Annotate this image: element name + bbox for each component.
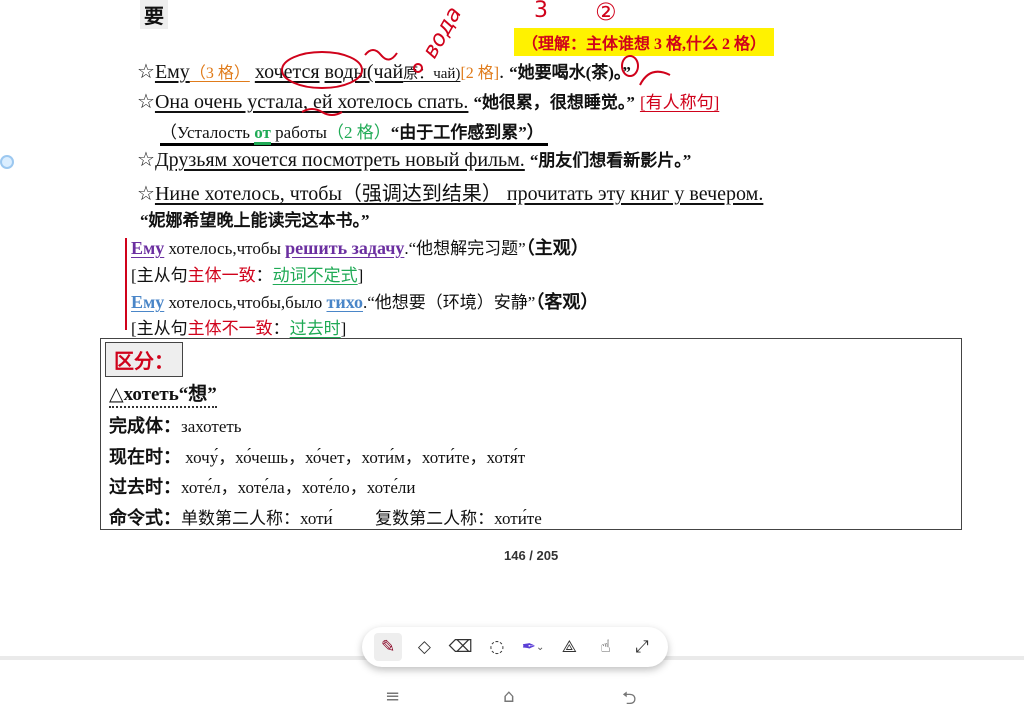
- circle-mark: [621, 55, 639, 77]
- annotation-3: 3: [534, 0, 548, 23]
- annotation-2: ②: [595, 0, 617, 26]
- box-row: 过去时：хоте́л，хоте́ла，хоте́ло，хоте́ли: [109, 473, 416, 499]
- squiggle-mark: [364, 49, 398, 61]
- pencil-icon[interactable]: ✎: [374, 633, 403, 661]
- squiggle-mark: [301, 108, 343, 116]
- handwriting-annotations: 3 ② вода: [281, 0, 671, 116]
- dot-mark: [413, 63, 423, 73]
- annotation-voda: вода: [418, 3, 467, 63]
- t: 单数第二人称：хоти́ 复数第二人称：хоти́те: [181, 509, 542, 528]
- t: 过去时：: [109, 477, 181, 497]
- expand-icon[interactable]: ⤢: [628, 633, 656, 661]
- t: 现在时：: [109, 447, 181, 467]
- box-title: 区分：: [105, 342, 183, 377]
- shape-pen-icon[interactable]: ⟁: [555, 633, 583, 661]
- stroke-mark: [639, 70, 671, 86]
- box-row: 现在时： хочу́，хо́чешь，хо́чет，хоти́м，хоти́те…: [109, 443, 525, 469]
- lasso-icon[interactable]: ◌: [483, 633, 511, 661]
- chevron-down-icon[interactable]: ⌄: [536, 642, 544, 653]
- box-heading: △хотеть“想”: [109, 379, 217, 408]
- highlighter-icon[interactable]: ◇: [410, 633, 438, 661]
- distinction-box: 区分： △хотеть“想” 完成体：захотеть 现在时： хочу́，х…: [100, 338, 962, 530]
- t: хочу́，хо́чешь，хо́чет，хоти́м，хоти́те，хотя…: [181, 448, 526, 467]
- page-indicator: 146 / 205: [504, 548, 559, 563]
- pen-glyph: ✒: [521, 637, 537, 657]
- hand-icon[interactable]: ☝: [592, 633, 620, 661]
- box-row: 完成体：захотеть: [109, 412, 242, 438]
- t: хоте́л，хоте́ла，хоте́ло，хоте́ли: [181, 478, 416, 497]
- t: 命令式：: [109, 508, 181, 528]
- pen-icon[interactable]: ✒ ⌄: [519, 633, 547, 661]
- back-icon[interactable]: ⮌: [622, 686, 636, 716]
- annotation-toolbar: ✎ ◇ ⌫ ◌ ✒ ⌄ ⟁ ☝ ⤢: [362, 627, 668, 667]
- t: захотеть: [181, 417, 242, 436]
- t: 完成体：: [109, 416, 181, 436]
- menu-icon[interactable]: ≡: [385, 686, 400, 707]
- home-icon[interactable]: ⌂: [503, 686, 514, 707]
- left-edge-dot[interactable]: [0, 155, 14, 169]
- eraser-icon[interactable]: ⌫: [447, 633, 475, 661]
- circle-mark: [281, 51, 363, 89]
- box-row: 命令式：单数第二人称：хоти́ 复数第二人称：хоти́те: [109, 504, 542, 530]
